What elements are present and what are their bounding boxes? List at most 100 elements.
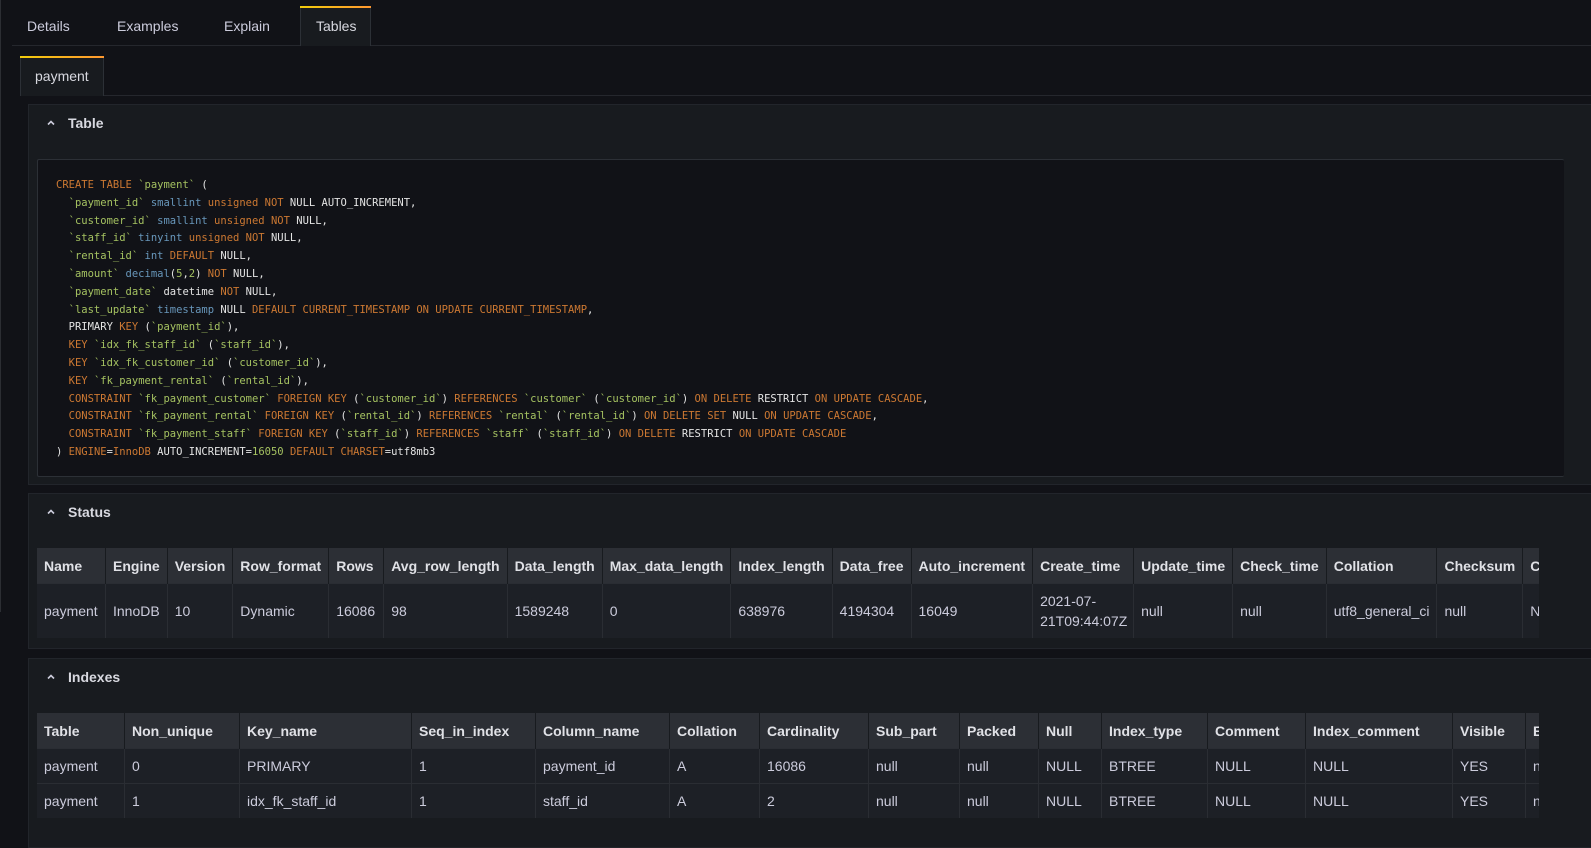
column-header[interactable]: Avg_row_length bbox=[383, 548, 508, 584]
code-token: REFERENCES bbox=[447, 392, 524, 405]
code-line: `last_update` timestamp NULL DEFAULT CUR… bbox=[56, 302, 1564, 320]
table-cell: 0 bbox=[602, 583, 732, 638]
table-cell: 638976 bbox=[730, 583, 833, 638]
table-cell: 98 bbox=[383, 583, 508, 638]
table-cell: 2021-07-21T09:44:07Z bbox=[1032, 583, 1135, 638]
table-cell: null bbox=[1232, 583, 1327, 638]
code-token: ON UPDATE CASCADE bbox=[808, 392, 923, 405]
column-header[interactable]: Collation bbox=[669, 713, 760, 749]
column-header[interactable]: Check_time bbox=[1232, 548, 1327, 584]
table-cell: NULL bbox=[1305, 783, 1453, 818]
indexes-section-header[interactable]: Indexes bbox=[29, 659, 1591, 695]
column-header[interactable]: Sub_part bbox=[868, 713, 960, 749]
code-token: `rental_id` bbox=[561, 410, 632, 423]
column-header[interactable]: Table bbox=[37, 713, 125, 749]
column-header[interactable]: Version bbox=[167, 548, 234, 584]
code-token: CONSTRAINT bbox=[56, 392, 139, 405]
column-header[interactable]: Create_time bbox=[1032, 548, 1135, 584]
column-header[interactable]: Index_length bbox=[730, 548, 833, 584]
code-token: ON UPDATE CASCADE bbox=[757, 410, 872, 423]
tab-examples[interactable]: Examples bbox=[102, 6, 193, 46]
column-header[interactable]: Visible bbox=[1452, 713, 1526, 749]
column-header[interactable]: Data_length bbox=[507, 548, 603, 584]
code-token: `staff_id` bbox=[542, 428, 607, 441]
column-header[interactable]: Row_format bbox=[232, 548, 330, 584]
code-token: =utf8mb3 bbox=[384, 445, 436, 458]
status-table-wrap: Name Engine Version Row_format Rows Avg_row_l… bbox=[37, 548, 1539, 638]
code-line: KEY `fk_payment_rental` (`rental_id`), bbox=[56, 373, 1564, 391]
table-cell: null bbox=[868, 783, 960, 818]
code-token: NOT bbox=[214, 285, 240, 298]
column-header[interactable]: Non_unique bbox=[124, 713, 240, 749]
column-header[interactable]: Index_comment bbox=[1305, 713, 1453, 749]
column-header[interactable]: Comment bbox=[1207, 713, 1306, 749]
code-token: CONSTRAINT bbox=[56, 428, 139, 441]
table-row: payment InnoDB 10 Dynamic 16086 98 1589248 0 638… bbox=[37, 583, 1539, 638]
code-token: ( bbox=[201, 339, 215, 352]
code-token: FOREIGN KEY bbox=[270, 392, 347, 405]
column-header[interactable]: Column_name bbox=[535, 713, 670, 749]
column-header[interactable]: Null bbox=[1038, 713, 1102, 749]
column-header[interactable]: Data_free bbox=[832, 548, 912, 584]
column-header[interactable]: Checksum bbox=[1436, 548, 1524, 584]
code-token: ( bbox=[220, 356, 234, 369]
chevron-up-icon bbox=[46, 118, 56, 128]
code-token: NOT bbox=[201, 267, 227, 280]
subtabs-divider bbox=[20, 95, 1591, 96]
code-token: `payment` bbox=[138, 179, 196, 191]
code-token: `customer_id` bbox=[233, 356, 316, 369]
chevron-up-icon bbox=[46, 672, 56, 682]
column-header[interactable]: Update_time bbox=[1133, 548, 1234, 584]
indexes-table: Table Non_unique Key_name Seq_in_index Colum… bbox=[37, 713, 1539, 818]
table-cell: BTREE bbox=[1101, 748, 1208, 784]
column-header[interactable]: Expression bbox=[1525, 713, 1539, 749]
code-token: `customer_id` bbox=[599, 392, 682, 405]
column-header[interactable]: Seq_in_index bbox=[411, 713, 536, 749]
column-header[interactable]: Max_data_length bbox=[602, 548, 732, 584]
column-header[interactable]: Engine bbox=[105, 548, 168, 584]
code-token: KEY bbox=[56, 339, 94, 352]
code-token: decimal bbox=[119, 267, 170, 280]
code-token: ON UPDATE CASCADE bbox=[732, 428, 847, 441]
tab-explain[interactable]: Explain bbox=[209, 6, 285, 46]
status-table: Name Engine Version Row_format Rows Avg_row_l… bbox=[37, 548, 1539, 638]
tab-details[interactable]: Details bbox=[12, 6, 85, 46]
code-token: ON DELETE bbox=[612, 428, 676, 441]
code-token: int bbox=[138, 250, 164, 263]
code-token: NULL bbox=[214, 303, 246, 316]
column-header[interactable]: Key_name bbox=[239, 713, 412, 749]
code-token: `staff` bbox=[485, 428, 531, 441]
tab-tables[interactable]: Tables bbox=[300, 6, 371, 46]
code-token: , bbox=[871, 410, 878, 423]
column-header[interactable]: Rows bbox=[328, 548, 385, 584]
column-header[interactable]: Collation bbox=[1326, 548, 1438, 584]
code-token: `idx_fk_customer_id` bbox=[93, 356, 221, 369]
column-header[interactable]: Create_options bbox=[1522, 548, 1539, 584]
column-header[interactable]: Auto_increment bbox=[911, 548, 1034, 584]
column-header[interactable]: Name bbox=[37, 548, 106, 584]
code-token: `payment_date` bbox=[56, 285, 158, 298]
indexes-panel: Indexes Table Non_unique Key_name Seq_in_in… bbox=[28, 658, 1591, 848]
status-section-header[interactable]: Status bbox=[29, 494, 1591, 530]
table-cell: InnoDB bbox=[105, 583, 168, 638]
code-token: ( bbox=[214, 374, 227, 387]
table-cell: NULL bbox=[1522, 583, 1539, 638]
tab-table-payment[interactable]: payment bbox=[20, 56, 104, 96]
code-line: `amount` decimal(5,2) NOT NULL, bbox=[56, 266, 1564, 284]
code-token: `idx_fk_staff_id` bbox=[93, 339, 202, 352]
table-section-header[interactable]: Table bbox=[29, 105, 1591, 141]
column-header[interactable]: Cardinality bbox=[759, 713, 869, 749]
section-title: Status bbox=[68, 504, 111, 520]
code-token: `last_update` bbox=[56, 303, 151, 316]
column-header[interactable]: Index_type bbox=[1101, 713, 1208, 749]
code-token: NULL bbox=[726, 410, 758, 423]
column-header[interactable]: Packed bbox=[959, 713, 1039, 749]
code-token: NULL, bbox=[226, 267, 265, 280]
table-cell: PRIMARY bbox=[239, 748, 412, 784]
code-token: `customer` bbox=[523, 392, 588, 405]
code-token: smallint bbox=[150, 214, 208, 227]
code-token: ON DELETE SET bbox=[637, 410, 727, 423]
code-line: CONSTRAINT `fk_payment_rental` FOREIGN K… bbox=[56, 408, 1564, 426]
code-line: PRIMARY KEY (`payment_id`), bbox=[56, 319, 1564, 337]
table-cell: A bbox=[669, 783, 760, 818]
